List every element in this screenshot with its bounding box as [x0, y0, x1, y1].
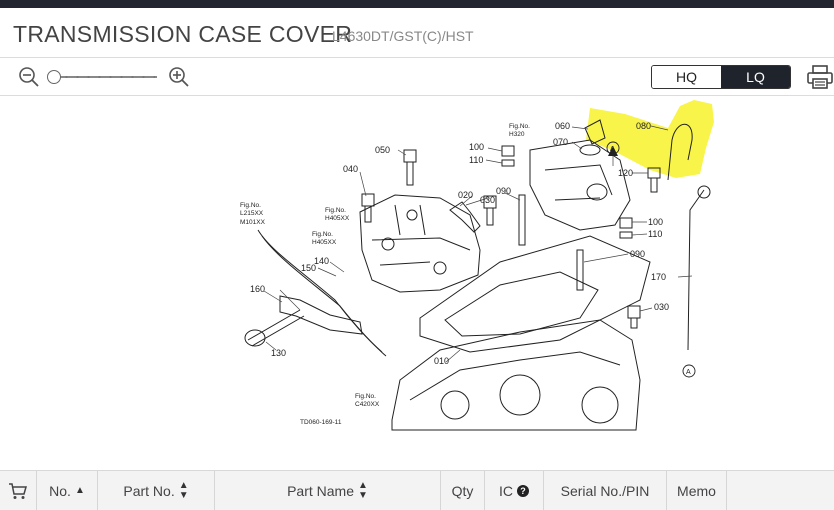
case-bearing-1: [499, 374, 541, 416]
dipstick-170: [687, 189, 705, 351]
column-memo-label: Memo: [677, 483, 716, 499]
figref-h405[interactable]: H405XX: [325, 215, 350, 222]
callout-160[interactable]: 160: [250, 284, 265, 294]
model-subtitle: L4630DT/GST(C)/HST: [332, 28, 474, 44]
figref-l215[interactable]: L215XX: [240, 210, 264, 217]
fitting-020: [449, 201, 481, 233]
column-qty-label: Qty: [451, 483, 474, 499]
callout-060[interactable]: 060: [555, 121, 570, 131]
callout-110-left[interactable]: 110: [469, 155, 483, 165]
cover-plate-inner: [444, 271, 599, 337]
sort-icon: ▲ ▼: [178, 480, 189, 501]
zoom-slider-ticks: [61, 75, 155, 79]
callout-040[interactable]: 040: [343, 164, 358, 174]
page-title: TRANSMISSION CASE COVER: [13, 21, 353, 47]
figref-h405-label: Fig.No.: [325, 207, 346, 214]
title-row: TRANSMISSION CASE COVER L4630DT/GST(C)/H…: [0, 8, 834, 58]
callout-140[interactable]: 140: [314, 256, 329, 266]
case-bearing-2: [581, 386, 619, 424]
figref-h405-2[interactable]: H405XX: [312, 239, 337, 246]
cart-column[interactable]: [0, 471, 37, 510]
callout-070[interactable]: 070: [553, 137, 568, 147]
callout-090-right[interactable]: 090: [630, 249, 645, 259]
stud-090-left: [518, 194, 526, 246]
column-no-label: No.: [49, 483, 71, 499]
zoom-out-icon[interactable]: [18, 66, 40, 88]
column-ic-label: IC: [499, 483, 513, 499]
callout-100-left[interactable]: 100: [469, 142, 484, 152]
callout-090-left[interactable]: 090: [496, 186, 511, 196]
help-icon[interactable]: ?: [517, 485, 529, 497]
figref-c420-label: Fig.No.: [355, 393, 376, 400]
rod-end-130: [244, 329, 266, 347]
callout-150[interactable]: 150: [301, 263, 316, 273]
figref-h320[interactable]: H320: [509, 131, 525, 138]
print-icon[interactable]: [806, 64, 834, 90]
figref-h320-label: Fig.No.: [509, 123, 530, 130]
sort-icon: ▲ ▼: [358, 480, 368, 501]
cover-plate: [419, 235, 651, 353]
hq-button[interactable]: HQ: [652, 66, 721, 88]
callout-010[interactable]: 010: [434, 356, 449, 366]
column-serial-label: Serial No./PIN: [560, 483, 650, 499]
valve-block: [359, 194, 481, 293]
callout-110-right[interactable]: 110: [648, 229, 662, 239]
diagram-code: TD060-169-11: [300, 419, 342, 426]
quality-toggle: HQ LQ: [651, 65, 791, 89]
figref-c420[interactable]: C420XX: [355, 401, 380, 408]
diagram-toolbar: HQ LQ: [0, 58, 834, 96]
sort-asc-icon: ▲: [74, 485, 85, 496]
column-serial[interactable]: Serial No./PIN: [544, 471, 667, 510]
callout-120[interactable]: 120: [618, 168, 633, 178]
dipstick-ring: [697, 185, 711, 199]
callout-050[interactable]: 050: [375, 145, 390, 155]
valve-port-2: [433, 261, 447, 275]
column-part-no[interactable]: Part No. ▲ ▼: [98, 471, 215, 510]
nut-100-left: [501, 145, 515, 157]
lq-button[interactable]: LQ: [721, 66, 790, 88]
top-bar: [0, 0, 834, 8]
zoom-slider[interactable]: [47, 70, 159, 84]
column-part-name[interactable]: Part Name ▲ ▼: [215, 471, 441, 510]
highlight-marker: [586, 100, 714, 178]
valve-port-3: [406, 209, 418, 221]
washer-110-right: [619, 231, 633, 239]
arrow-a1-label: A: [610, 146, 615, 153]
figref-l215-label: Fig.No.: [240, 202, 261, 209]
parts-diagram-svg: 010 020 030 030 040 050 060 070 080 090 …: [240, 100, 714, 431]
callout-030-right[interactable]: 030: [654, 302, 669, 312]
arrow-a2-label: A: [686, 369, 691, 376]
oring-070: [579, 144, 601, 156]
column-part-name-label: Part Name: [287, 483, 354, 499]
callout-080[interactable]: 080: [636, 121, 651, 131]
callout-020[interactable]: 020: [458, 190, 473, 200]
column-part-no-label: Part No.: [123, 483, 175, 499]
column-qty[interactable]: Qty: [441, 471, 485, 510]
cart-icon: [9, 483, 27, 499]
upper-housing-detail: [544, 164, 613, 201]
zoom-in-icon[interactable]: [168, 66, 190, 88]
callout-170[interactable]: 170: [651, 272, 666, 282]
callout-100-right[interactable]: 100: [648, 217, 663, 227]
figref-h405-label-2: Fig.No.: [312, 231, 333, 238]
nut-100-right: [619, 217, 633, 229]
column-ic[interactable]: IC ?: [485, 471, 544, 510]
callout-130[interactable]: 130: [271, 348, 286, 358]
column-memo[interactable]: Memo: [667, 471, 727, 510]
figref-m101[interactable]: M101XX: [240, 219, 266, 226]
washer-110-left: [501, 159, 515, 167]
callout-030-left[interactable]: 030: [480, 195, 495, 205]
housing-port: [586, 183, 608, 201]
case-bearing-3: [440, 390, 470, 420]
parts-diagram[interactable]: 010 020 030 030 040 050 060 070 080 090 …: [0, 97, 834, 452]
svg-text:?: ?: [520, 486, 526, 496]
stud-090-right: [576, 249, 584, 291]
bolt-030-right: [627, 305, 641, 329]
parts-table-header: No. ▲ Part No. ▲ ▼ Part Name ▲ ▼ Qty IC ? …: [0, 470, 834, 510]
zoom-slider-thumb[interactable]: [47, 70, 61, 84]
column-no[interactable]: No. ▲: [37, 471, 98, 510]
